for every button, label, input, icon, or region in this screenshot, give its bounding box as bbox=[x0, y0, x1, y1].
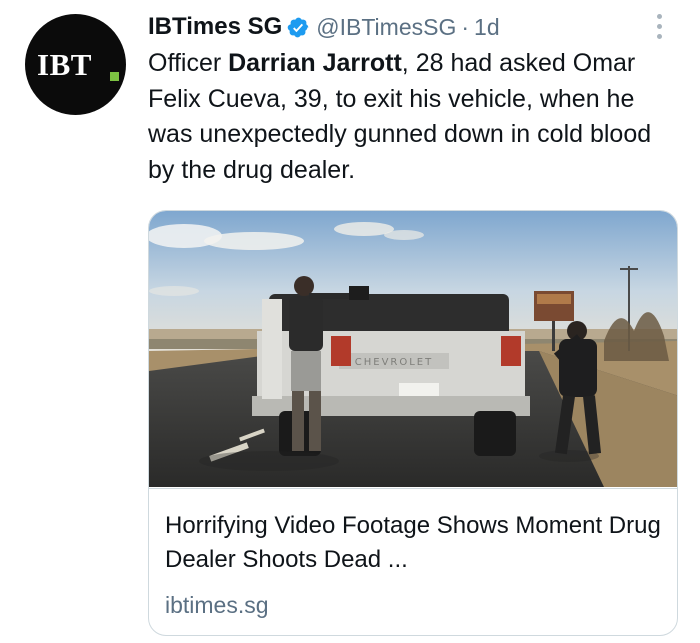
tweet-header: IBTimes SG @IBTimesSG · 1d bbox=[148, 10, 500, 44]
verified-badge-icon bbox=[288, 17, 309, 37]
card-title[interactable]: Horrifying Video Footage Shows Moment Dr… bbox=[165, 509, 665, 577]
card-body[interactable]: Horrifying Video Footage Shows Moment Dr… bbox=[149, 488, 677, 635]
tweet-text-prefix: Officer bbox=[148, 49, 229, 77]
display-name[interactable]: IBTimes SG bbox=[148, 13, 282, 41]
avatar-logo-dot bbox=[110, 72, 119, 81]
time-separator: · bbox=[461, 13, 470, 40]
svg-text:CHEVROLET: CHEVROLET bbox=[355, 357, 433, 368]
link-card[interactable]: CHEVROLET Horrifying Video Footage Shows… bbox=[148, 210, 678, 636]
avatar[interactable]: IBT APAC bbox=[25, 14, 126, 115]
card-image[interactable]: CHEVROLET bbox=[149, 211, 678, 487]
tweet-text: Officer Darrian Jarrott, 28 had asked Om… bbox=[148, 46, 668, 188]
avatar-logo-text: IBT bbox=[37, 47, 92, 82]
avatar-logo-subtext: APAC bbox=[113, 96, 126, 104]
tweet-text-bold-name: Darrian Jarrott bbox=[228, 49, 402, 77]
timestamp[interactable]: 1d bbox=[474, 14, 500, 41]
handle[interactable]: @IBTimesSG bbox=[316, 14, 456, 41]
card-domain[interactable]: ibtimes.sg bbox=[165, 592, 269, 619]
more-options-icon[interactable] bbox=[652, 14, 666, 44]
